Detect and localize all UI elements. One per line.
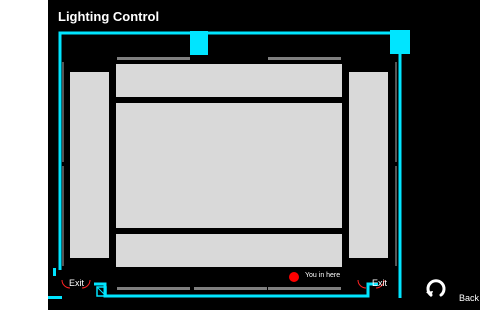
wall-segment bbox=[395, 166, 397, 266]
wall-segment bbox=[395, 62, 397, 162]
room-center[interactable] bbox=[116, 103, 342, 228]
room-bottom[interactable] bbox=[116, 234, 342, 267]
left-exterior-stub bbox=[48, 296, 62, 299]
back-label: Back bbox=[459, 293, 480, 303]
wall-segment bbox=[117, 287, 190, 290]
back-button[interactable]: Back bbox=[424, 272, 480, 306]
lighting-control-panel: Lighting Control Exit Exit You in here B… bbox=[48, 0, 480, 310]
wall-segment bbox=[117, 57, 190, 60]
location-marker bbox=[289, 272, 299, 282]
room-top[interactable] bbox=[116, 64, 342, 97]
room-right[interactable] bbox=[349, 72, 388, 258]
exit-label-left[interactable]: Exit bbox=[69, 278, 84, 288]
wall-node bbox=[190, 31, 208, 55]
location-marker-label: You in here bbox=[305, 272, 341, 279]
floor-plan bbox=[48, 30, 410, 299]
wall-node bbox=[390, 30, 410, 54]
wall-segment bbox=[194, 287, 267, 290]
wall-segment bbox=[268, 287, 341, 290]
wall-segment bbox=[62, 166, 64, 266]
left-exterior-post bbox=[53, 268, 56, 276]
rotate-arrow-icon bbox=[426, 279, 446, 297]
door-arc-right bbox=[357, 279, 367, 289]
wall-segment bbox=[62, 62, 64, 162]
wall-segment bbox=[268, 57, 341, 60]
exit-label-right[interactable]: Exit bbox=[372, 278, 387, 288]
room-left[interactable] bbox=[70, 72, 109, 258]
